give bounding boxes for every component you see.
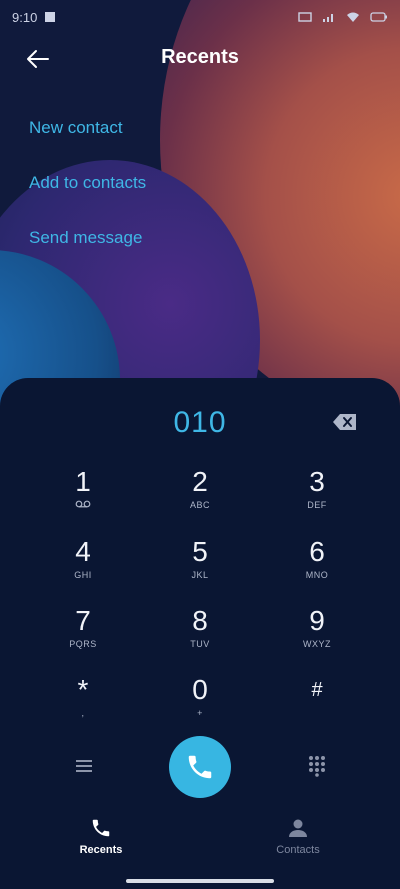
- key-star[interactable]: * ,: [33, 674, 133, 734]
- backspace-icon: [333, 414, 356, 430]
- battery-icon: [370, 12, 387, 22]
- menu-button[interactable]: [72, 754, 96, 778]
- nav-contacts-tab[interactable]: Contacts: [238, 816, 358, 856]
- nav-recents-tab[interactable]: Recents: [41, 816, 161, 856]
- status-time: 9:10: [12, 9, 38, 25]
- key-digit: 1: [75, 466, 91, 497]
- key-letters: MNO: [305, 570, 329, 580]
- page-title: Recents: [161, 46, 239, 68]
- key-letters: +: [197, 708, 203, 718]
- key-letters: ,: [81, 708, 85, 718]
- dialpad-icon: [309, 756, 325, 777]
- add-to-contacts-link[interactable]: Add to contacts: [29, 169, 146, 224]
- key-letters: DEF: [307, 500, 327, 510]
- key-letters: PQRS: [69, 639, 97, 649]
- phone-icon: [188, 755, 212, 779]
- dialer-actions: [0, 736, 400, 798]
- key-hash[interactable]: #: [267, 674, 367, 734]
- key-6[interactable]: 6 MNO: [267, 536, 367, 596]
- dialpad-toggle-button[interactable]: [305, 754, 329, 778]
- backspace-button[interactable]: [330, 410, 360, 434]
- person-icon: [289, 819, 307, 837]
- notification-icon: [45, 12, 56, 22]
- contact-actions: New contact Add to contacts Send message: [29, 114, 146, 279]
- key-8[interactable]: 8 TUV: [150, 605, 250, 665]
- key-7[interactable]: 7 PQRS: [33, 605, 133, 665]
- status-bar: 9:10: [0, 0, 400, 34]
- call-button[interactable]: [169, 736, 231, 798]
- menu-icon: [76, 760, 92, 772]
- key-letters: ABC: [189, 500, 210, 510]
- key-digit: 2: [192, 466, 208, 497]
- key-letters: WXYZ: [303, 639, 331, 649]
- phone-icon: [92, 819, 110, 837]
- key-letters: TUV: [190, 639, 210, 649]
- voicemail-icon: [33, 500, 133, 510]
- key-letters: GHI: [74, 570, 92, 580]
- key-digit: 9: [309, 605, 325, 636]
- key-2[interactable]: 2 ABC: [150, 466, 250, 526]
- data-icon: [298, 12, 312, 22]
- nav-recents-label: Recents: [79, 844, 123, 856]
- key-digit: 8: [192, 605, 208, 636]
- send-message-link[interactable]: Send message: [29, 224, 146, 279]
- key-3[interactable]: 3 DEF: [267, 466, 367, 526]
- home-indicator[interactable]: [126, 879, 274, 883]
- key-digit: *: [77, 674, 89, 705]
- nav-contacts-label: Contacts: [276, 844, 320, 856]
- new-contact-link[interactable]: New contact: [29, 114, 146, 169]
- signal-icon: [323, 14, 333, 22]
- key-digit: 4: [75, 536, 91, 567]
- key-1[interactable]: 1: [33, 466, 133, 526]
- key-5[interactable]: 5 JKL: [150, 536, 250, 596]
- bottom-nav: Recents Contacts: [0, 816, 400, 866]
- key-digit: 3: [309, 466, 325, 497]
- key-0[interactable]: 0 +: [150, 674, 250, 734]
- key-4[interactable]: 4 GHI: [33, 536, 133, 596]
- key-digit: 0: [192, 674, 208, 705]
- key-letters: JKL: [191, 570, 209, 580]
- key-digit: 5: [192, 536, 208, 567]
- wifi-icon: [347, 12, 359, 22]
- dial-panel: 010 1 2 ABC 3 DEF 4 GHI 5 JKL 6 MNO 7 PQ…: [0, 378, 400, 889]
- header: Recents: [0, 34, 400, 84]
- key-digit: 6: [309, 536, 325, 567]
- key-digit: #: [311, 679, 323, 701]
- key-digit: 7: [75, 605, 91, 636]
- key-9[interactable]: 9 WXYZ: [267, 605, 367, 665]
